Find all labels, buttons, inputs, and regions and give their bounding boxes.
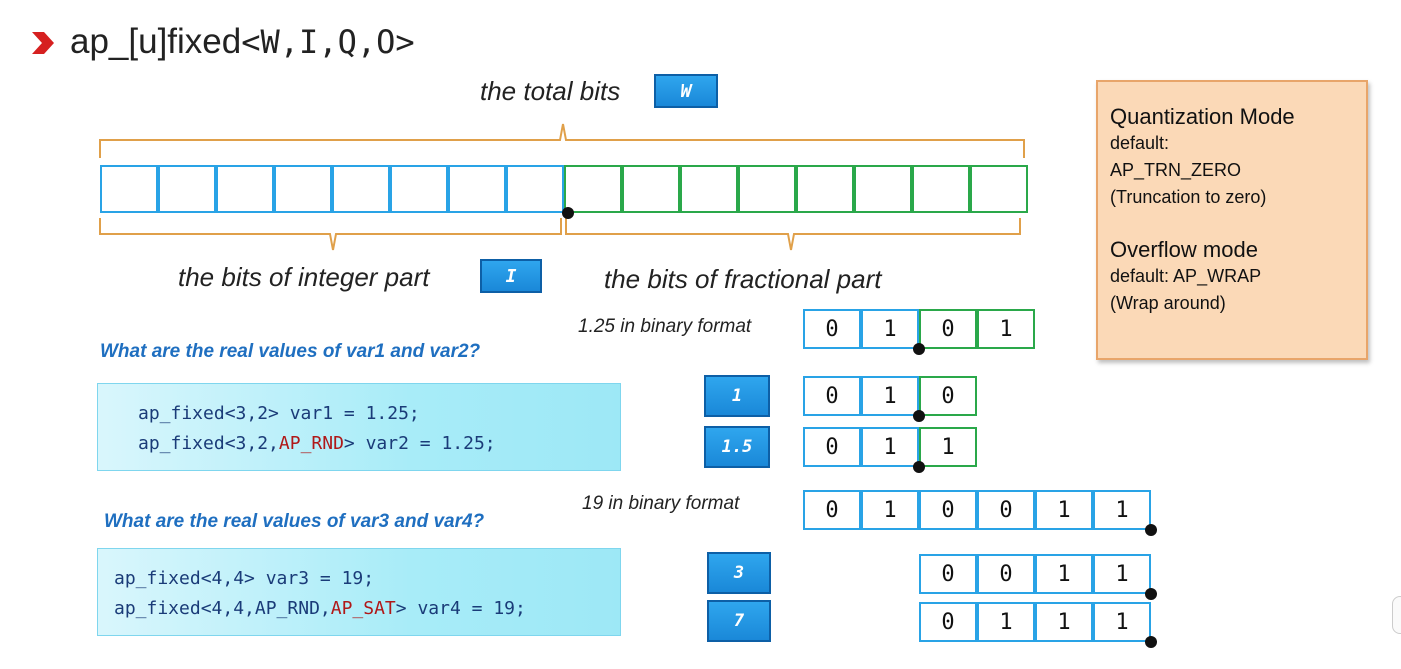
code-text: > var2 = 1.25; (343, 433, 496, 454)
code-keyword-ap-sat: AP_SAT (330, 598, 396, 619)
slide: ap_[u]fixed<W,I,Q,O> the total bits W th… (0, 0, 1401, 669)
bit-cell: 0 (919, 376, 977, 416)
bit-cell (738, 165, 796, 213)
overflow-description: (Wrap around) (1110, 293, 1226, 313)
binary-point-dot (913, 461, 925, 473)
modes-info-box: Quantization Mode default: AP_TRN_ZERO (… (1096, 80, 1368, 360)
code-text: > var4 = 19; (395, 598, 526, 619)
code-text: ap_fixed<4,4,AP_RND, (114, 598, 331, 619)
var2-result-badge: 1.5 (704, 426, 770, 468)
bit-cell: 1 (1035, 602, 1093, 642)
scroll-handle[interactable] (1392, 596, 1401, 634)
code-text: ap_fixed<3,2, (138, 433, 279, 454)
code-line-var1: ap_fixed<3,2> var1 = 1.25; (138, 403, 420, 424)
example2-code-box: ap_fixed<4,4> var3 = 19; ap_fixed<4,4,AP… (97, 548, 621, 636)
code-line-var3: ap_fixed<4,4> var3 = 19; (114, 568, 375, 589)
bit-cell (100, 165, 158, 213)
code-line-var2: ap_fixed<3,2,AP_RND> var2 = 1.25; (138, 429, 620, 459)
bit-cell (622, 165, 680, 213)
bit-cell: 1 (1093, 490, 1151, 530)
bit-cell (506, 165, 564, 213)
bit-cell: 1 (861, 309, 919, 349)
example1-question: What are the real values of var1 and var… (100, 341, 481, 362)
bit-cell: 0 (919, 490, 977, 530)
fractional-bits-brace (565, 218, 1021, 251)
var1-result-badge: 1 (704, 375, 770, 417)
code-line-var4: ap_fixed<4,4,AP_RND,AP_SAT> var4 = 19; (114, 594, 620, 624)
bit-cell: 0 (803, 427, 861, 467)
example1-binary-label: 1.25 in binary format (578, 316, 752, 337)
fractional-part-label: the bits of fractional part (604, 264, 882, 294)
bit-cell (912, 165, 970, 213)
overflow-mode-title: Overflow mode (1110, 237, 1258, 262)
bit-cell: 1 (1035, 554, 1093, 594)
bit-cell (332, 165, 390, 213)
binary-point-dot (913, 343, 925, 355)
bit-cell (216, 165, 274, 213)
bit-cell: 0 (919, 602, 977, 642)
total-bits-brace (99, 123, 1025, 158)
bit-cell: 0 (977, 554, 1035, 594)
bit-cell: 1 (861, 490, 919, 530)
bit-cell: 1 (1093, 602, 1151, 642)
quantization-description: (Truncation to zero) (1110, 187, 1267, 207)
bit-cell: 1 (977, 309, 1035, 349)
bit-cell: 0 (919, 554, 977, 594)
binary-point-dot (1145, 588, 1157, 600)
code-keyword-ap-rnd: AP_RND (278, 433, 344, 454)
bit-cell (680, 165, 738, 213)
integer-part-label: the bits of integer part (178, 262, 430, 292)
bit-cell: 1 (1035, 490, 1093, 530)
bit-cell: 0 (803, 376, 861, 416)
example2-binary-label: 19 in binary format (582, 493, 740, 514)
example1-code-box: ap_fixed<3,2> var1 = 1.25; ap_fixed<3,2,… (97, 383, 621, 471)
bit-cell: 0 (803, 309, 861, 349)
bit-cell: 1 (861, 376, 919, 416)
bit-cell (158, 165, 216, 213)
bit-cell (970, 165, 1028, 213)
var4-result-badge: 7 (707, 600, 771, 642)
bit-cell: 0 (977, 490, 1035, 530)
integer-bits-brace (99, 218, 562, 251)
bit-cell (390, 165, 448, 213)
bit-cell (448, 165, 506, 213)
bit-cell: 1 (977, 602, 1035, 642)
binary-point-dot (562, 207, 574, 219)
bit-cell: 0 (919, 309, 977, 349)
binary-point-dot (913, 410, 925, 422)
bit-cell (796, 165, 854, 213)
bit-cell (564, 165, 622, 213)
bit-cell (274, 165, 332, 213)
var3-result-badge: 3 (707, 552, 771, 594)
bit-cell: 1 (1093, 554, 1151, 594)
bit-cell: 1 (919, 427, 977, 467)
example2-question: What are the real values of var3 and var… (104, 511, 485, 532)
binary-point-dot (1145, 636, 1157, 648)
bit-cell: 1 (861, 427, 919, 467)
bit-cell: 0 (803, 490, 861, 530)
overflow-default: default: AP_WRAP (1110, 266, 1262, 286)
integer-bits-badge: I (480, 259, 542, 293)
quantization-mode-title: Quantization Mode (1110, 104, 1295, 129)
quantization-default-value: AP_TRN_ZERO (1110, 160, 1242, 180)
bit-cell (854, 165, 912, 213)
quantization-default-label: default: (1110, 133, 1170, 153)
binary-point-dot (1145, 524, 1157, 536)
